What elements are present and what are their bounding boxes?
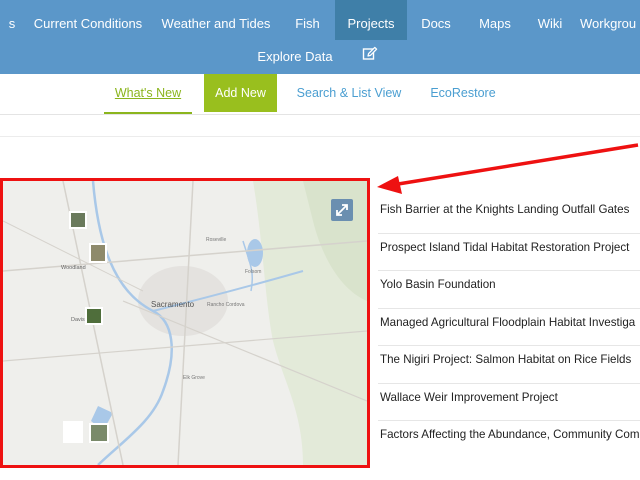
tab-ecorestore[interactable]: EcoRestore bbox=[420, 74, 506, 112]
tab-search-list-view[interactable]: Search & List View bbox=[289, 74, 409, 112]
nav-item-current-conditions[interactable]: Current Conditions bbox=[24, 0, 152, 40]
map-label-rancho-cordova: Rancho Cordova bbox=[207, 302, 245, 308]
edit-icon[interactable] bbox=[362, 46, 378, 62]
map-canvas[interactable]: Sacramento Woodland Davis Elk Grove Rose… bbox=[3, 181, 367, 465]
tab-whats-new[interactable]: What's New bbox=[104, 74, 192, 114]
top-nav-row: s Current Conditions Weather and Tides F… bbox=[0, 0, 640, 40]
list-item[interactable]: Wallace Weir Improvement Project bbox=[378, 384, 640, 421]
nav-item-maps[interactable]: Maps bbox=[465, 0, 525, 40]
map-label-woodland: Woodland bbox=[61, 265, 86, 271]
top-nav-row-2: Explore Data bbox=[0, 40, 640, 74]
map-marker[interactable] bbox=[69, 211, 87, 229]
expand-icon bbox=[336, 204, 348, 216]
nav-item-explore-data[interactable]: Explore Data bbox=[252, 40, 338, 74]
map-expand-button[interactable] bbox=[331, 199, 353, 221]
nav-item-partial[interactable]: s bbox=[0, 0, 24, 40]
divider bbox=[0, 136, 640, 137]
map-marker[interactable] bbox=[89, 243, 107, 263]
list-item[interactable]: Prospect Island Tidal Habitat Restoratio… bbox=[378, 234, 640, 271]
nav-item-projects[interactable]: Projects bbox=[335, 0, 407, 40]
map-label-davis: Davis bbox=[71, 317, 85, 323]
nav-item-workgroups[interactable]: Workgrou bbox=[580, 0, 640, 40]
project-list: Fish Barrier at the Knights Landing Outf… bbox=[378, 196, 640, 459]
map-label-sacramento: Sacramento bbox=[151, 300, 195, 309]
nav-item-wiki[interactable]: Wiki bbox=[525, 0, 575, 40]
top-nav: s Current Conditions Weather and Tides F… bbox=[0, 0, 640, 74]
map-marker[interactable] bbox=[85, 307, 103, 325]
map-label-folsom: Folsom bbox=[245, 269, 261, 275]
nav-item-fish[interactable]: Fish bbox=[280, 0, 335, 40]
list-item[interactable]: Fish Barrier at the Knights Landing Outf… bbox=[378, 196, 640, 234]
nav-item-weather-and-tides[interactable]: Weather and Tides bbox=[152, 0, 280, 40]
list-item[interactable]: Yolo Basin Foundation bbox=[378, 271, 640, 309]
sub-tab-bar: What's New Add New Search & List View Ec… bbox=[0, 74, 640, 115]
list-item[interactable]: Factors Affecting the Abundance, Communi… bbox=[378, 421, 640, 459]
nav-item-docs[interactable]: Docs bbox=[407, 0, 465, 40]
map-marker[interactable] bbox=[63, 421, 83, 443]
map-marker[interactable] bbox=[89, 423, 109, 443]
list-item[interactable]: The Nigiri Project: Salmon Habitat on Ri… bbox=[378, 346, 640, 384]
map-label-elk-grove: Elk Grove bbox=[183, 375, 205, 381]
project-map[interactable]: Sacramento Woodland Davis Elk Grove Rose… bbox=[0, 178, 370, 468]
tab-add-new[interactable]: Add New bbox=[204, 74, 277, 112]
map-label-roseville: Roseville bbox=[206, 237, 227, 243]
list-item[interactable]: Managed Agricultural Floodplain Habitat … bbox=[378, 309, 640, 346]
